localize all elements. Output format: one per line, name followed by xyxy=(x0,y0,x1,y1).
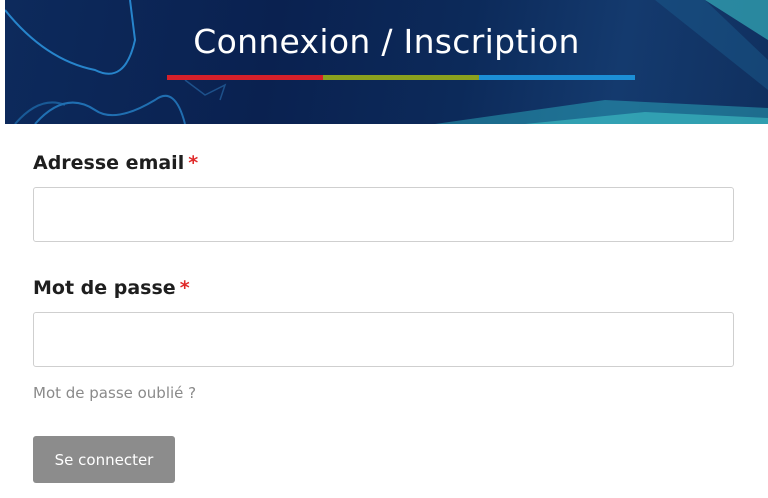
page-title: Connexion / Inscription xyxy=(193,22,580,61)
password-label: Mot de passe * xyxy=(33,277,190,299)
email-field[interactable] xyxy=(33,187,734,242)
underline-green xyxy=(323,75,479,80)
password-label-text: Mot de passe xyxy=(33,277,176,299)
password-required-mark: * xyxy=(179,277,190,299)
underline-red xyxy=(167,75,323,80)
title-underline xyxy=(167,75,635,80)
email-required-mark: * xyxy=(188,152,199,174)
banner-background-graphic xyxy=(5,0,768,124)
header-banner: Connexion / Inscription xyxy=(5,0,768,124)
password-field[interactable] xyxy=(33,312,734,367)
login-button[interactable]: Se connecter xyxy=(33,436,175,483)
email-label: Adresse email * xyxy=(33,152,198,174)
email-label-text: Adresse email xyxy=(33,152,185,174)
underline-blue xyxy=(479,75,635,80)
forgot-password-link[interactable]: Mot de passe oublié ? xyxy=(33,384,196,402)
